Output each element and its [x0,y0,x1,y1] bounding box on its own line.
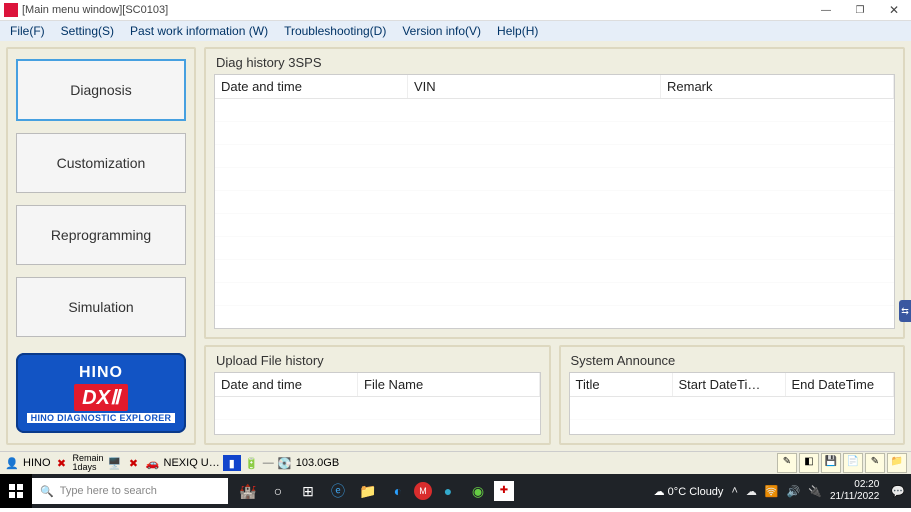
weather-text: 0°C Cloudy [668,486,724,498]
col-up-filename[interactable]: File Name [358,373,540,396]
tray-chevron-icon[interactable]: ˄ [731,485,737,497]
sidebar: Diagnosis Customization Reprogramming Si… [6,47,196,445]
group-upload-history: Upload File history Date and time File N… [204,345,551,445]
grid-upload-header: Date and time File Name [215,373,540,397]
search-placeholder: Type here to search [60,485,157,497]
group-diag-history: Diag history 3SPS Date and time VIN Rema… [204,47,905,339]
toolbar-btn-4[interactable]: 📄 [843,453,863,473]
taskbar-tray: ☁ 0°C Cloudy ˄ ☁ 🛜 🔊 🔌 02:20 21/11/2022 … [654,479,911,503]
close-button[interactable]: ✕ [877,0,911,20]
taskbar-app-explorer[interactable]: 📁 [354,477,382,505]
search-icon: 🔍 [40,485,54,498]
toolbar-btn-3[interactable]: 💾 [821,453,841,473]
device-icon: ▮ [223,455,241,471]
battery-icon: 🔋 [244,455,260,471]
taskbar-search[interactable]: 🔍 Type here to search [32,478,228,504]
tray-cloud-icon[interactable]: ☁ [746,485,757,498]
clock-time: 02:20 [830,479,879,491]
user-icon: 👤 [4,455,20,471]
status-hino: HINO [23,457,51,469]
window-title: [Main menu window][SC0103] [22,4,907,16]
taskbar-app-mega[interactable]: M [414,482,432,500]
col-an-start[interactable]: Start DateTi… [673,373,786,396]
grid-upload-body [215,397,540,434]
maximize-button[interactable]: ❐ [843,0,877,20]
vehicle-no-icon: ✖ [126,455,142,471]
menu-file[interactable]: File(F) [2,24,53,38]
status-disk: 103.0GB [296,457,339,469]
sidebar-simulation[interactable]: Simulation [16,277,186,337]
taskbar-app-hino[interactable]: ✚ [494,481,514,501]
logo-product: DXⅡ [74,384,128,411]
title-bar: [Main menu window][SC0103] — ❐ ✕ [0,0,911,21]
taskbar: 🔍 Type here to search 🏰 ○ ⊞ ⓔ 📁 ◐ M ● ◉ … [0,474,911,508]
taskbar-apps: 🏰 ○ ⊞ ⓔ 📁 ◐ M ● ◉ ✚ [234,477,514,505]
taskbar-app-9[interactable]: ◉ [464,477,492,505]
col-up-datetime[interactable]: Date and time [215,373,358,396]
tray-notifications-icon[interactable]: 💬 [891,485,905,498]
menu-version[interactable]: Version info(V) [394,24,489,38]
group-title-diag: Diag history 3SPS [214,53,895,74]
sidebar-reprogramming[interactable]: Reprogramming [16,205,186,265]
col-vin[interactable]: VIN [408,75,661,98]
grid-announce[interactable]: Title Start DateTi… End DateTime [569,372,896,435]
menu-troubleshooting[interactable]: Troubleshooting(D) [276,24,394,38]
menu-pastwork[interactable]: Past work information (W) [122,24,276,38]
logo-subtitle: HINO DIAGNOSTIC EXPLORER [27,413,176,423]
taskbar-app-cortana[interactable]: ○ [264,477,292,505]
col-an-title[interactable]: Title [570,373,673,396]
status-remain-days: 1days [73,462,97,472]
start-button[interactable] [0,474,32,508]
tray-power-icon[interactable]: 🔌 [808,485,822,498]
group-title-upload: Upload File history [214,351,541,372]
clock-date: 21/11/2022 [830,491,879,503]
status-toolbar: ✎ ◧ 💾 📄 ✎ 📁 [777,453,907,473]
toolbar-btn-2[interactable]: ◧ [799,453,819,473]
taskbar-app-1[interactable]: 🏰 [234,477,262,505]
taskbar-app-taskview[interactable]: ⊞ [294,477,322,505]
grid-upload[interactable]: Date and time File Name [214,372,541,435]
grid-announce-body [570,397,895,434]
col-datetime[interactable]: Date and time [215,75,408,98]
cross-icon: ✖ [54,455,70,471]
grid-diag-header: Date and time VIN Remark [215,75,894,99]
brand-logo: HINO DXⅡ HINO DIAGNOSTIC EXPLORER [16,353,186,433]
monitor-icon: 🖥️ [107,455,123,471]
grid-announce-header: Title Start DateTi… End DateTime [570,373,895,397]
taskbar-app-teamviewer[interactable]: ◐ [384,477,412,505]
col-an-end[interactable]: End DateTime [786,373,895,396]
menu-setting[interactable]: Setting(S) [53,24,122,38]
tray-wifi-icon[interactable]: 🛜 [765,485,779,498]
status-bar: 👤 HINO ✖ Remain 1days 🖥️ ✖ 🚗 NEXIQ U… ▮ … [0,451,911,474]
status-nexiq: NEXIQ U… [164,457,220,469]
taskbar-clock[interactable]: 02:20 21/11/2022 [830,479,883,503]
grid-diag-body [215,99,894,328]
col-remark[interactable]: Remark [661,75,894,98]
toolbar-btn-1[interactable]: ✎ [777,453,797,473]
menu-help[interactable]: Help(H) [489,24,546,38]
group-system-announce: System Announce Title Start DateTi… End … [559,345,906,445]
main-area: Diag history 3SPS Date and time VIN Rema… [204,47,905,445]
sidebar-customization[interactable]: Customization [16,133,186,193]
taskbar-app-edge[interactable]: ⓔ [324,477,352,505]
group-title-announce: System Announce [569,351,896,372]
sidebar-diagnosis[interactable]: Diagnosis [16,59,186,121]
weather-widget[interactable]: ☁ 0°C Cloudy [654,485,724,498]
disk-icon: 💽 [277,455,293,471]
client-area: Diagnosis Customization Reprogramming Si… [0,41,911,451]
vehicle-icon: 🚗 [145,455,161,471]
app-icon [4,3,18,17]
menu-bar: File(F) Setting(S) Past work information… [0,21,911,41]
taskbar-app-8[interactable]: ● [434,477,462,505]
grid-diag[interactable]: Date and time VIN Remark [214,74,895,329]
tray-volume-icon[interactable]: 🔊 [787,485,801,498]
toolbar-btn-5[interactable]: ✎ [865,453,885,473]
toolbar-btn-6[interactable]: 📁 [887,453,907,473]
side-handle-icon[interactable]: ⇆ [899,300,911,322]
logo-brand: HINO [79,364,123,382]
minimize-button[interactable]: — [809,0,843,20]
